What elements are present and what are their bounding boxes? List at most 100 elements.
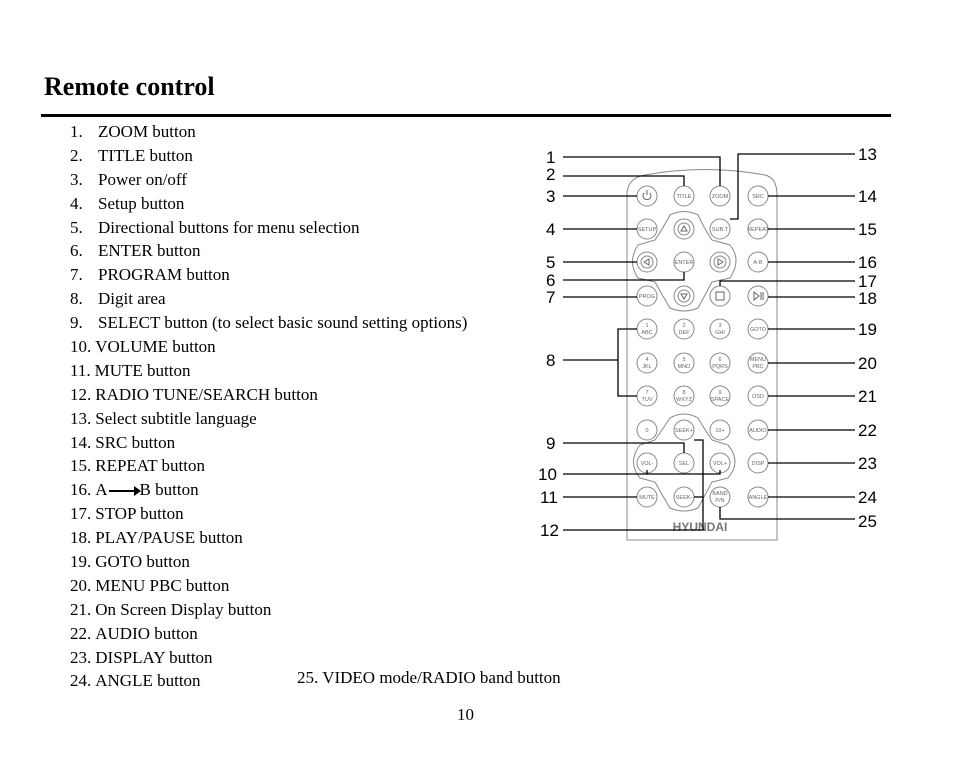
digit-label: 1 — [645, 323, 648, 329]
digit-1-button[interactable]: 1ABC — [636, 318, 658, 340]
item-number: 19. — [70, 552, 92, 572]
src-button[interactable]: SRC — [747, 185, 769, 207]
zoom-button[interactable]: ZOOM — [709, 185, 731, 207]
mute-button[interactable]: MUTE — [636, 486, 658, 508]
up-button[interactable] — [673, 218, 695, 240]
item-number: 5. — [70, 217, 83, 237]
title-button-label: TITLE — [677, 194, 692, 200]
prog-button[interactable]: PROG — [636, 285, 658, 307]
setup-button[interactable]: SETUP — [636, 218, 658, 240]
callout-number: 3 — [546, 187, 555, 206]
list-item: 9. SELECT button (to select basic sound s… — [70, 311, 467, 335]
menu-pbc-button[interactable]: MENUPBC — [747, 352, 769, 374]
item-number: 21. — [70, 599, 92, 619]
item-text: TITLE button — [98, 145, 193, 165]
digit-letters: SPACE — [711, 397, 730, 403]
pbc-label: PBC — [752, 364, 763, 370]
digit-4-button[interactable]: 4JKL — [636, 352, 658, 374]
list-item: 18. PLAY/PAUSE button — [70, 526, 467, 550]
osd-button-label: OSD — [752, 394, 764, 400]
ten-plus-button[interactable]: 10+ — [709, 419, 731, 441]
ab-button[interactable]: A-B — [747, 251, 769, 273]
digit-7-button[interactable]: 7TUV — [636, 385, 658, 407]
setup-button-label: SETUP — [638, 227, 657, 233]
list-item: 11. MUTE button — [70, 359, 467, 383]
digit-8-button[interactable]: 8WXYZ — [673, 385, 695, 407]
seek-forward-button[interactable]: SEEK+ — [673, 419, 695, 441]
angle-button-label: ANGLE — [749, 495, 768, 501]
item-text: SELECT button (to select basic sound set… — [98, 313, 468, 333]
item-number: 17. — [70, 504, 92, 524]
item-number: 25. — [297, 668, 319, 687]
digit-letters: TUV — [642, 397, 653, 403]
callout-number: 22 — [858, 421, 877, 440]
power-button[interactable] — [636, 185, 658, 207]
item-number: 10. — [70, 337, 92, 357]
item-number: 13. — [70, 408, 92, 428]
play-pause-button[interactable] — [747, 285, 769, 307]
sel-button-label: SEL — [679, 461, 689, 467]
list-item: 16. A B button — [70, 478, 467, 502]
item-text: VIDEO mode/RADIO band button — [322, 668, 561, 687]
title-button[interactable]: TITLE — [673, 185, 695, 207]
osd-button[interactable]: OSD — [747, 385, 769, 407]
disp-button[interactable]: DISP — [747, 452, 769, 474]
digit-0-button[interactable]: 0 — [636, 419, 658, 441]
digit-2-button[interactable]: 2DEF — [673, 318, 695, 340]
digit-letters: WXYZ — [676, 397, 693, 403]
seek-back-label: SEEK- — [676, 495, 693, 501]
prog-button-label: PROG — [639, 294, 655, 300]
right-button[interactable] — [709, 251, 731, 273]
list-item: 4. Setup button — [70, 192, 467, 216]
list-item: 10. VOLUME button — [70, 335, 467, 359]
item-number: 7. — [70, 265, 83, 285]
list-item: 7. PROGRAM button — [70, 263, 467, 287]
digit-letters: PQRS — [712, 364, 728, 370]
seek-back-button[interactable]: SEEK- — [673, 486, 695, 508]
callout-number: 12 — [540, 521, 559, 540]
sel-button[interactable]: SEL — [673, 452, 695, 474]
item-text: Digit area — [98, 289, 166, 309]
item-number: 16. — [70, 480, 92, 500]
subt-button[interactable]: SUB.T — [709, 218, 731, 240]
goto-button-label: GOTO — [750, 327, 767, 333]
item-text: PROGRAM button — [98, 265, 230, 285]
goto-button[interactable]: GOTO — [747, 318, 769, 340]
stop-button[interactable] — [709, 285, 731, 307]
item-text: ZOOM button — [98, 122, 196, 141]
item-text: AUDIO button — [95, 623, 198, 643]
digit-6-button[interactable]: 6PQRS — [709, 352, 731, 374]
callout-number: 25 — [858, 512, 877, 531]
left-button[interactable] — [636, 251, 658, 273]
item-text: ENTER button — [98, 241, 201, 261]
digit-letters: JKL — [642, 364, 651, 370]
callout-number: 5 — [546, 253, 555, 272]
callout-number: 20 — [858, 354, 877, 373]
list-item: 22. AUDIO button — [70, 622, 467, 646]
digit-letters: ABC — [641, 330, 652, 336]
digit-9-button[interactable]: 9SPACE — [709, 385, 731, 407]
list-item: 14. SRC button — [70, 431, 467, 455]
enter-button[interactable]: ENTER — [673, 251, 695, 273]
down-button[interactable] — [673, 285, 695, 307]
item-text: Select subtitle language — [95, 408, 257, 428]
audio-button[interactable]: AUDIO — [747, 419, 769, 441]
item-number: 14. — [70, 432, 92, 452]
enter-button-label: ENTER — [675, 260, 694, 266]
callout-number: 2 — [546, 165, 555, 184]
right-arrow-icon — [108, 486, 141, 497]
item-number: 12. — [70, 384, 92, 404]
list-item: 17. STOP button — [70, 502, 467, 526]
callout-number: 15 — [858, 220, 877, 239]
button-list: 1. ZOOM button 2. TITLE button 3. Power on/… — [70, 120, 467, 693]
list-item: 20. MENU PBC button — [70, 574, 467, 598]
vol-down-label: VOL- — [641, 461, 654, 467]
item-number: 18. — [70, 528, 92, 548]
mute-button-label: MUTE — [639, 495, 655, 501]
menu-label: MENU — [750, 357, 766, 363]
digit-5-button[interactable]: 5MNO — [673, 352, 695, 374]
callout-number: 13 — [858, 145, 877, 164]
angle-button[interactable]: ANGLE — [747, 486, 769, 508]
digit-3-button[interactable]: 3GHI — [709, 318, 731, 340]
band-pn-button[interactable]: BANDP/N — [709, 486, 731, 508]
